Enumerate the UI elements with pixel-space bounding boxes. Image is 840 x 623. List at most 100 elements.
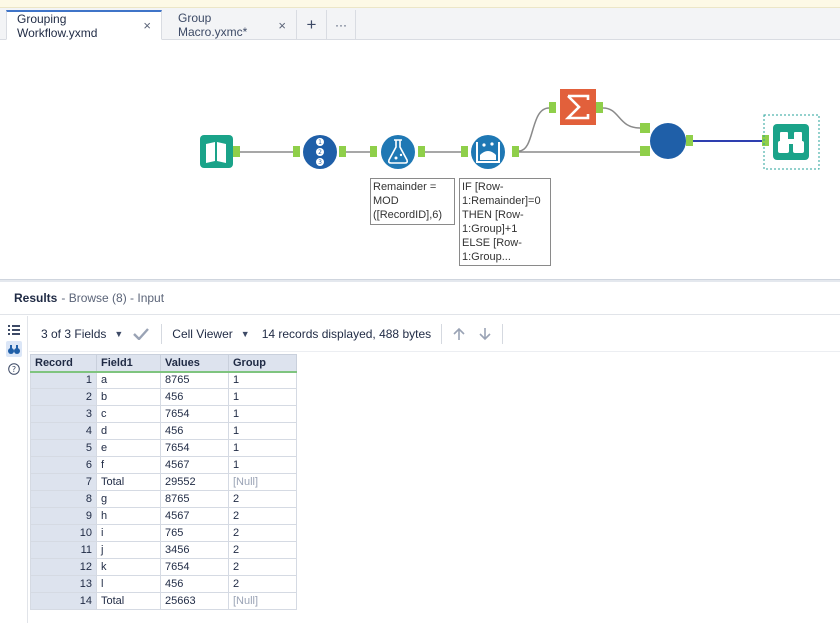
cell-record[interactable]: 11 — [30, 541, 97, 559]
cell-values[interactable]: 3456 — [160, 541, 229, 559]
cell-group[interactable]: 2 — [228, 575, 297, 593]
output-anchor[interactable] — [233, 146, 240, 157]
cell-record[interactable]: 5 — [30, 439, 97, 457]
cell-record[interactable]: 9 — [30, 507, 97, 525]
input-anchor[interactable] — [640, 146, 650, 156]
help-icon[interactable]: ? — [6, 361, 22, 377]
cell-field1[interactable]: c — [96, 405, 161, 423]
column-header-group[interactable]: Group — [228, 354, 297, 373]
table-row[interactable]: 5 e 7654 1 — [30, 439, 297, 457]
close-icon[interactable]: × — [143, 18, 151, 33]
table-row[interactable]: 7 Total 29552 [Null] — [30, 473, 297, 491]
column-header-record[interactable]: Record — [30, 354, 97, 373]
cell-group[interactable]: 2 — [228, 524, 297, 542]
cell-viewer-dropdown[interactable]: Cell Viewer ▼ — [172, 327, 249, 341]
cell-group[interactable]: 2 — [228, 507, 297, 525]
column-header-values[interactable]: Values — [160, 354, 229, 373]
cell-group[interactable]: 1 — [228, 388, 297, 406]
output-anchor[interactable] — [418, 146, 425, 157]
cell-field1[interactable]: l — [96, 575, 161, 593]
add-tab-icon[interactable]: + — [296, 10, 326, 40]
cell-group[interactable]: 1 — [228, 371, 297, 389]
table-row[interactable]: 6 f 4567 1 — [30, 456, 297, 474]
output-anchor[interactable] — [512, 146, 519, 157]
cell-values[interactable]: 456 — [160, 422, 229, 440]
cell-record[interactable]: 13 — [30, 575, 97, 593]
cell-values[interactable]: 456 — [160, 575, 229, 593]
more-options-icon[interactable]: ··· — [326, 10, 356, 40]
cell-group[interactable]: [Null] — [228, 592, 297, 610]
cell-field1[interactable]: d — [96, 422, 161, 440]
table-row[interactable]: 10 i 765 2 — [30, 524, 297, 542]
cell-group[interactable]: 1 — [228, 422, 297, 440]
cell-group[interactable]: 1 — [228, 456, 297, 474]
input-data-tool[interactable] — [200, 135, 233, 168]
cell-group[interactable]: 1 — [228, 405, 297, 423]
cell-group[interactable]: 2 — [228, 490, 297, 508]
input-anchor[interactable] — [370, 146, 377, 157]
cell-field1[interactable]: k — [96, 558, 161, 576]
cell-group[interactable]: 2 — [228, 541, 297, 559]
table-row[interactable]: 12 k 7654 2 — [30, 558, 297, 576]
table-row[interactable]: 3 c 7654 1 — [30, 405, 297, 423]
cell-values[interactable]: 4567 — [160, 456, 229, 474]
input-anchor[interactable] — [461, 146, 468, 157]
tab-group-macro[interactable]: Group Macro.yxmc* × — [168, 10, 296, 40]
cell-record[interactable]: 10 — [30, 524, 97, 542]
cell-values[interactable]: 4567 — [160, 507, 229, 525]
cell-values[interactable]: 7654 — [160, 405, 229, 423]
cell-values[interactable]: 765 — [160, 524, 229, 542]
table-row[interactable]: 4 d 456 1 — [30, 422, 297, 440]
cell-record[interactable]: 1 — [30, 371, 97, 389]
cell-field1[interactable]: f — [96, 456, 161, 474]
cell-record[interactable]: 4 — [30, 422, 97, 440]
cell-values[interactable]: 8765 — [160, 371, 229, 389]
tab-grouping-workflow[interactable]: Grouping Workflow.yxmd × — [6, 10, 162, 40]
cell-values[interactable]: 7654 — [160, 558, 229, 576]
summarize-tool[interactable] — [560, 89, 596, 125]
cell-field1[interactable]: e — [96, 439, 161, 457]
cell-record[interactable]: 14 — [30, 592, 97, 610]
cell-field1[interactable]: i — [96, 524, 161, 542]
record-id-tool[interactable]: 1 2 3 — [303, 135, 337, 169]
input-anchor[interactable] — [762, 135, 769, 146]
cell-values[interactable]: 456 — [160, 388, 229, 406]
multi-row-formula-tool[interactable] — [471, 135, 505, 169]
table-row[interactable]: 8 g 8765 2 — [30, 490, 297, 508]
browse-tool[interactable] — [763, 114, 820, 170]
table-row[interactable]: 13 l 456 2 — [30, 575, 297, 593]
workflow-canvas[interactable]: 1 2 3 Remainder = MOD ([RecordID],6) IF … — [0, 41, 840, 279]
column-header-field1[interactable]: Field1 — [96, 354, 161, 373]
cell-record[interactable]: 6 — [30, 456, 97, 474]
input-anchor[interactable] — [640, 123, 650, 133]
cell-values[interactable]: 25663 — [160, 592, 229, 610]
cell-values[interactable]: 7654 — [160, 439, 229, 457]
cell-record[interactable]: 8 — [30, 490, 97, 508]
scroll-up-button[interactable] — [452, 327, 466, 341]
scroll-down-button[interactable] — [478, 327, 492, 341]
close-icon[interactable]: × — [278, 18, 286, 33]
cell-field1[interactable]: Total — [96, 473, 161, 491]
cell-group[interactable]: 1 — [228, 439, 297, 457]
cell-record[interactable]: 3 — [30, 405, 97, 423]
binoculars-icon[interactable] — [6, 341, 22, 357]
output-anchor[interactable] — [596, 102, 603, 113]
output-anchor[interactable] — [339, 146, 346, 157]
cell-field1[interactable]: b — [96, 388, 161, 406]
cell-field1[interactable]: Total — [96, 592, 161, 610]
cell-values[interactable]: 8765 — [160, 490, 229, 508]
fields-dropdown[interactable]: 3 of 3 Fields ▼ — [41, 327, 123, 341]
list-view-icon[interactable] — [6, 322, 22, 338]
cell-values[interactable]: 29552 — [160, 473, 229, 491]
output-anchor[interactable] — [686, 135, 693, 146]
cell-record[interactable]: 7 — [30, 473, 97, 491]
union-tool[interactable] — [650, 123, 686, 159]
cell-record[interactable]: 2 — [30, 388, 97, 406]
input-anchor[interactable] — [549, 102, 556, 113]
table-row[interactable]: 1 a 8765 1 — [30, 371, 297, 389]
cell-field1[interactable]: j — [96, 541, 161, 559]
formula-tool[interactable] — [381, 135, 415, 169]
table-row[interactable]: 11 j 3456 2 — [30, 541, 297, 559]
apply-button[interactable] — [133, 327, 150, 340]
table-row[interactable]: 14 Total 25663 [Null] — [30, 592, 297, 610]
